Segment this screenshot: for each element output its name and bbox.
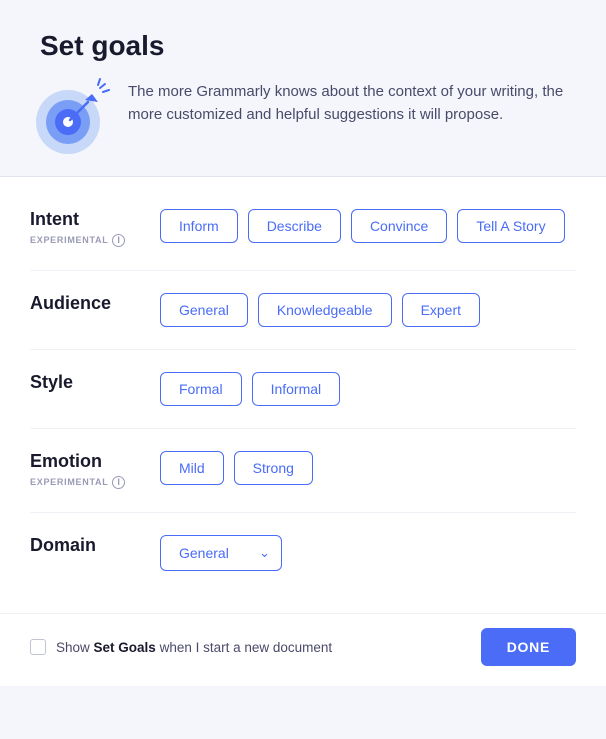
- audience-row: Audience General Knowledgeable Expert: [30, 271, 576, 350]
- footer: Show Set Goals when I start a new docume…: [0, 613, 606, 686]
- header-content: The more Grammarly knows about the conte…: [30, 76, 576, 156]
- intent-chips: Inform Describe Convince Tell A Story: [160, 209, 565, 243]
- chip-convince[interactable]: Convince: [351, 209, 447, 243]
- show-goals-label[interactable]: Show Set Goals when I start a new docume…: [30, 639, 332, 655]
- intent-label-block: Intent EXPERIMENTAL i: [30, 209, 160, 248]
- style-label-block: Style: [30, 372, 160, 393]
- chip-general[interactable]: General: [160, 293, 248, 327]
- emotion-label-block: Emotion EXPERIMENTAL i: [30, 451, 160, 490]
- chip-knowledgeable[interactable]: Knowledgeable: [258, 293, 392, 327]
- chip-expert[interactable]: Expert: [402, 293, 480, 327]
- done-button[interactable]: DONE: [481, 628, 576, 666]
- target-icon: [30, 76, 110, 156]
- page-title: Set goals: [40, 30, 576, 62]
- domain-label: Domain: [30, 535, 160, 556]
- emotion-info-icon[interactable]: i: [112, 476, 125, 489]
- intent-label: Intent: [30, 209, 160, 230]
- chip-inform[interactable]: Inform: [160, 209, 238, 243]
- intent-row: Intent EXPERIMENTAL i Inform Describe Co…: [30, 187, 576, 271]
- audience-chips: General Knowledgeable Expert: [160, 293, 480, 327]
- chip-describe[interactable]: Describe: [248, 209, 341, 243]
- domain-label-block: Domain: [30, 535, 160, 556]
- style-label: Style: [30, 372, 160, 393]
- main-section: Intent EXPERIMENTAL i Inform Describe Co…: [0, 177, 606, 613]
- show-goals-text: Show Set Goals when I start a new docume…: [56, 640, 332, 655]
- chip-strong[interactable]: Strong: [234, 451, 313, 485]
- domain-dropdown-container: General Academic Business Technical Crea…: [160, 535, 282, 571]
- intent-info-icon[interactable]: i: [112, 234, 125, 247]
- chip-formal[interactable]: Formal: [160, 372, 242, 406]
- audience-label-block: Audience: [30, 293, 160, 314]
- chip-tell-a-story[interactable]: Tell A Story: [457, 209, 564, 243]
- audience-label: Audience: [30, 293, 160, 314]
- style-chips: Formal Informal: [160, 372, 340, 406]
- domain-row: Domain General Academic Business Technic…: [30, 513, 576, 593]
- header: Set goals The more Grammarly knows about…: [0, 0, 606, 177]
- domain-select[interactable]: General Academic Business Technical Crea…: [160, 535, 282, 571]
- show-goals-checkbox[interactable]: [30, 639, 46, 655]
- chip-mild[interactable]: Mild: [160, 451, 224, 485]
- emotion-chips: Mild Strong: [160, 451, 313, 485]
- intent-experimental-tag: EXPERIMENTAL i: [30, 234, 125, 247]
- emotion-row: Emotion EXPERIMENTAL i Mild Strong: [30, 429, 576, 513]
- header-description: The more Grammarly knows about the conte…: [128, 76, 576, 127]
- style-row: Style Formal Informal: [30, 350, 576, 429]
- emotion-experimental-tag: EXPERIMENTAL i: [30, 476, 125, 489]
- chip-informal[interactable]: Informal: [252, 372, 341, 406]
- emotion-label: Emotion: [30, 451, 160, 472]
